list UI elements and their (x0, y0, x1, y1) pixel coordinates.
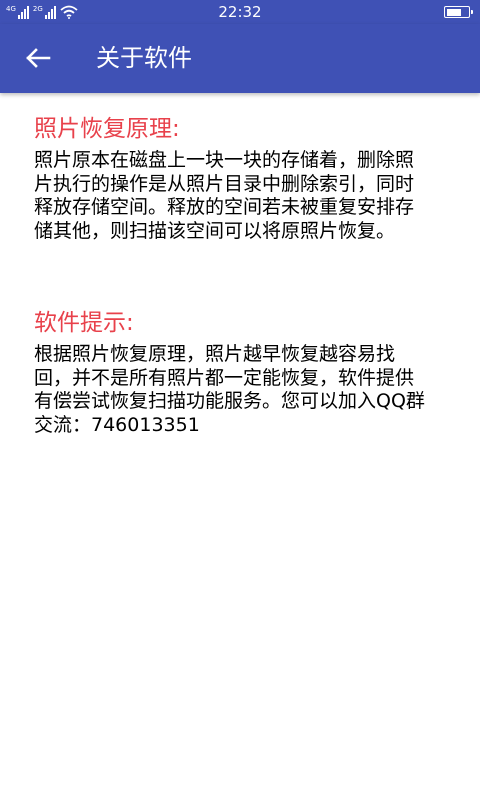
page-title: 关于软件 (96, 44, 192, 72)
section-body-principle: 照片原本在磁盘上一块一块的存储着，删除照 片执行的操作是从照片目录中删除索引，同… (34, 149, 415, 242)
battery-level-fill (446, 8, 461, 16)
app-bar: 关于软件 (0, 24, 480, 93)
section-body-tips: 根据照片恢复原理，照片越早恢复越容易找 回，并不是所有照片都一定能恢复，软件提供… (34, 343, 425, 436)
status-clock: 22:32 (218, 3, 262, 21)
section-title-tips: 软件提示: (34, 310, 134, 336)
status-bar: 4G 2G 22:32 (0, 0, 480, 24)
section-title-principle: 照片恢复原理: (34, 116, 180, 142)
back-button[interactable] (20, 40, 56, 76)
battery-icon (444, 6, 473, 18)
content-area: 照片恢复原理: 照片原本在磁盘上一块一块的存储着，删除照 片执行的操作是从照片目… (34, 93, 474, 437)
arrow-left-icon (26, 48, 51, 68)
